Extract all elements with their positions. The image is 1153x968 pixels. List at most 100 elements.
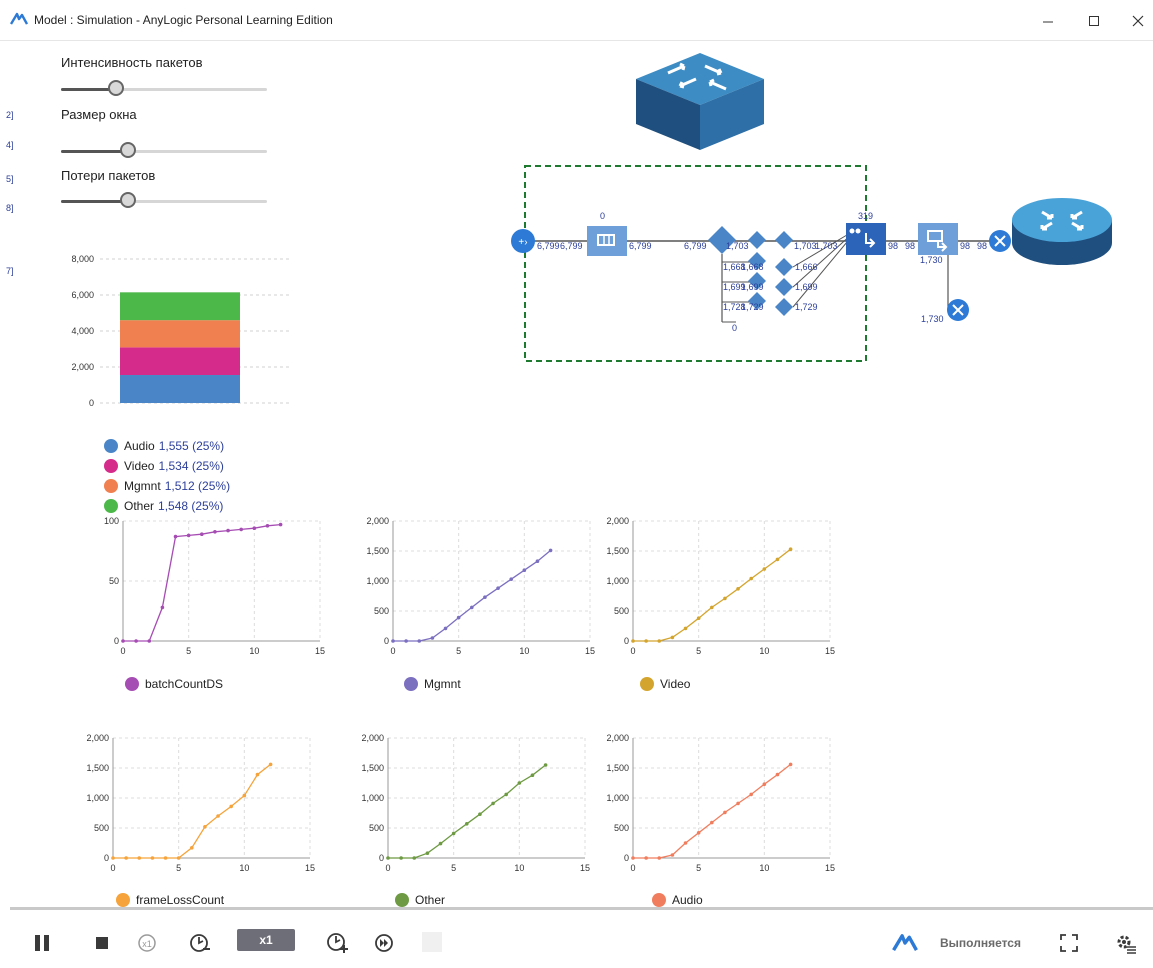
line-chart-batchcountds: 100 50 00 5 10 15 (104, 516, 325, 656)
split-in-label: 6,799 (684, 241, 707, 251)
mid-label: 1,666 (795, 262, 818, 272)
data-point (517, 781, 522, 785)
run-x1-button[interactable]: x1 (136, 929, 158, 957)
legend-item-audio-line: Audio (652, 893, 703, 907)
legend-dot (404, 677, 418, 691)
process-flow-diagram: +› 6,799 6,799 0 6,799 6,799 1,703 1,703… (511, 53, 1112, 362)
combine-out-label: 98 (905, 241, 915, 251)
x-tick-label: 5 (456, 646, 461, 656)
y-tick-label: 500 (94, 823, 109, 833)
legend-name: frameLossCount (136, 893, 225, 907)
data-point (548, 548, 553, 553)
x-tick-label: 10 (519, 646, 529, 656)
gear-icon (1117, 935, 1136, 954)
fullscreen-button[interactable] (1058, 929, 1080, 957)
source-block-icon[interactable]: +› (511, 229, 535, 253)
data-point (111, 856, 115, 860)
side-tick: 5] (6, 174, 14, 184)
data-point (683, 626, 688, 631)
queue-top-label: 0 (600, 211, 605, 221)
y-tick-label: 0 (104, 853, 109, 863)
param-label-window: Размер окна (61, 107, 137, 122)
data-point (631, 856, 635, 860)
sink-in-label: 98 (977, 241, 987, 251)
pause-button[interactable] (32, 929, 52, 957)
maximize-icon (1089, 16, 1099, 26)
close-button[interactable] (1120, 8, 1153, 34)
minimize-button[interactable] (1030, 8, 1066, 34)
legend-dot (652, 893, 666, 907)
y-tick-label: 0 (89, 398, 94, 408)
queue-in-label: 6,799 (560, 241, 583, 251)
data-point (121, 639, 125, 643)
series-line (393, 549, 552, 642)
x-tick-label: 5 (696, 646, 701, 656)
data-point (491, 801, 495, 806)
window-size-slider[interactable] (61, 142, 267, 160)
legend-item-video: Video 1,534 (25%) (104, 459, 224, 473)
x-tick-label: 5 (186, 646, 191, 656)
status-label: Выполняется (940, 936, 1021, 950)
data-point (239, 527, 243, 532)
slow-down-button[interactable] (188, 929, 212, 957)
data-point (268, 762, 273, 767)
bar-segment-other (120, 292, 240, 321)
speed-up-button[interactable] (325, 929, 351, 957)
mid-label: 1,699 (795, 282, 818, 292)
slider-knob[interactable] (119, 192, 136, 208)
x-tick-label: 10 (759, 863, 769, 873)
batch-block-icon[interactable] (846, 223, 886, 255)
data-point (213, 530, 217, 534)
y-tick-label: 2,000 (86, 733, 109, 743)
x-tick-label: 10 (514, 863, 524, 873)
combine-out-label: 98 (888, 241, 898, 251)
settings-button[interactable] (1114, 929, 1138, 957)
y-tick-label: 0 (379, 853, 384, 863)
y-tick-label: 500 (369, 823, 384, 833)
queue-block-icon[interactable] (587, 226, 627, 256)
data-point (163, 856, 168, 860)
data-point (478, 812, 482, 816)
y-tick-label: 1,500 (361, 763, 384, 773)
sink-block-icon[interactable] (989, 230, 1011, 252)
legend-item-mgmnt: Mgmnt 1,512 (25%) (104, 479, 230, 493)
x-tick-label: 15 (315, 646, 325, 656)
delay-block-icon[interactable] (918, 223, 958, 255)
step-button[interactable] (422, 932, 442, 952)
y-tick-label: 1,500 (366, 546, 389, 556)
data-point (788, 547, 793, 551)
data-point (430, 636, 435, 640)
x-tick-label: 0 (630, 646, 635, 656)
param-label-loss: Потери пакетов (61, 168, 156, 183)
data-point (465, 822, 469, 826)
virtual-time-button[interactable] (373, 929, 395, 957)
x-tick-label: 15 (580, 863, 590, 873)
loss-label: 1,730 (921, 314, 944, 324)
speed-indicator[interactable]: x1 (237, 929, 295, 951)
x-tick-label: 10 (239, 863, 249, 873)
data-point (723, 810, 727, 815)
intensity-slider[interactable] (61, 80, 267, 98)
x-tick-label: 10 (249, 646, 259, 656)
slider-knob[interactable] (119, 142, 136, 158)
data-point (160, 605, 165, 610)
y-tick-label: 0 (624, 853, 629, 863)
data-point (696, 616, 701, 620)
loss-sink-icon[interactable] (947, 299, 969, 321)
legend-name: batchCountDS (145, 677, 224, 691)
packet-loss-slider[interactable] (61, 192, 267, 210)
data-point (530, 773, 535, 777)
data-point (216, 814, 220, 818)
data-point (399, 856, 403, 860)
data-point (670, 853, 675, 857)
maximize-button[interactable] (1076, 8, 1112, 34)
y-tick-label: 1,000 (86, 793, 109, 803)
y-tick-label: 500 (374, 606, 389, 616)
data-point (775, 557, 780, 562)
data-point (762, 782, 767, 786)
data-point (762, 567, 767, 571)
data-point (186, 533, 191, 538)
slider-knob[interactable] (107, 80, 124, 96)
stop-button[interactable] (92, 929, 112, 957)
y-tick-label: 0 (114, 636, 119, 646)
